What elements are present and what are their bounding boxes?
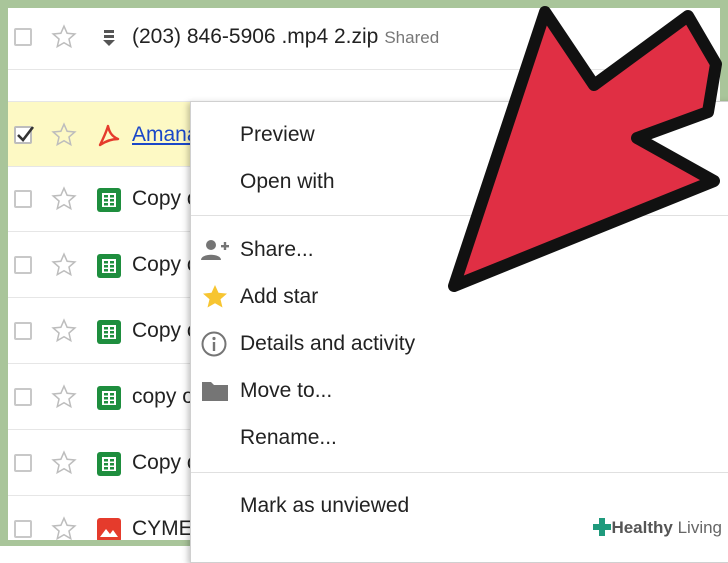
watermark-brand: Healthy [611, 518, 673, 537]
watermark-logo: Healthy Living [591, 518, 726, 542]
pointer-arrow-icon [448, 6, 722, 292]
watermark-brand-rest: Living [672, 518, 722, 537]
cross-logo-icon [593, 518, 612, 536]
